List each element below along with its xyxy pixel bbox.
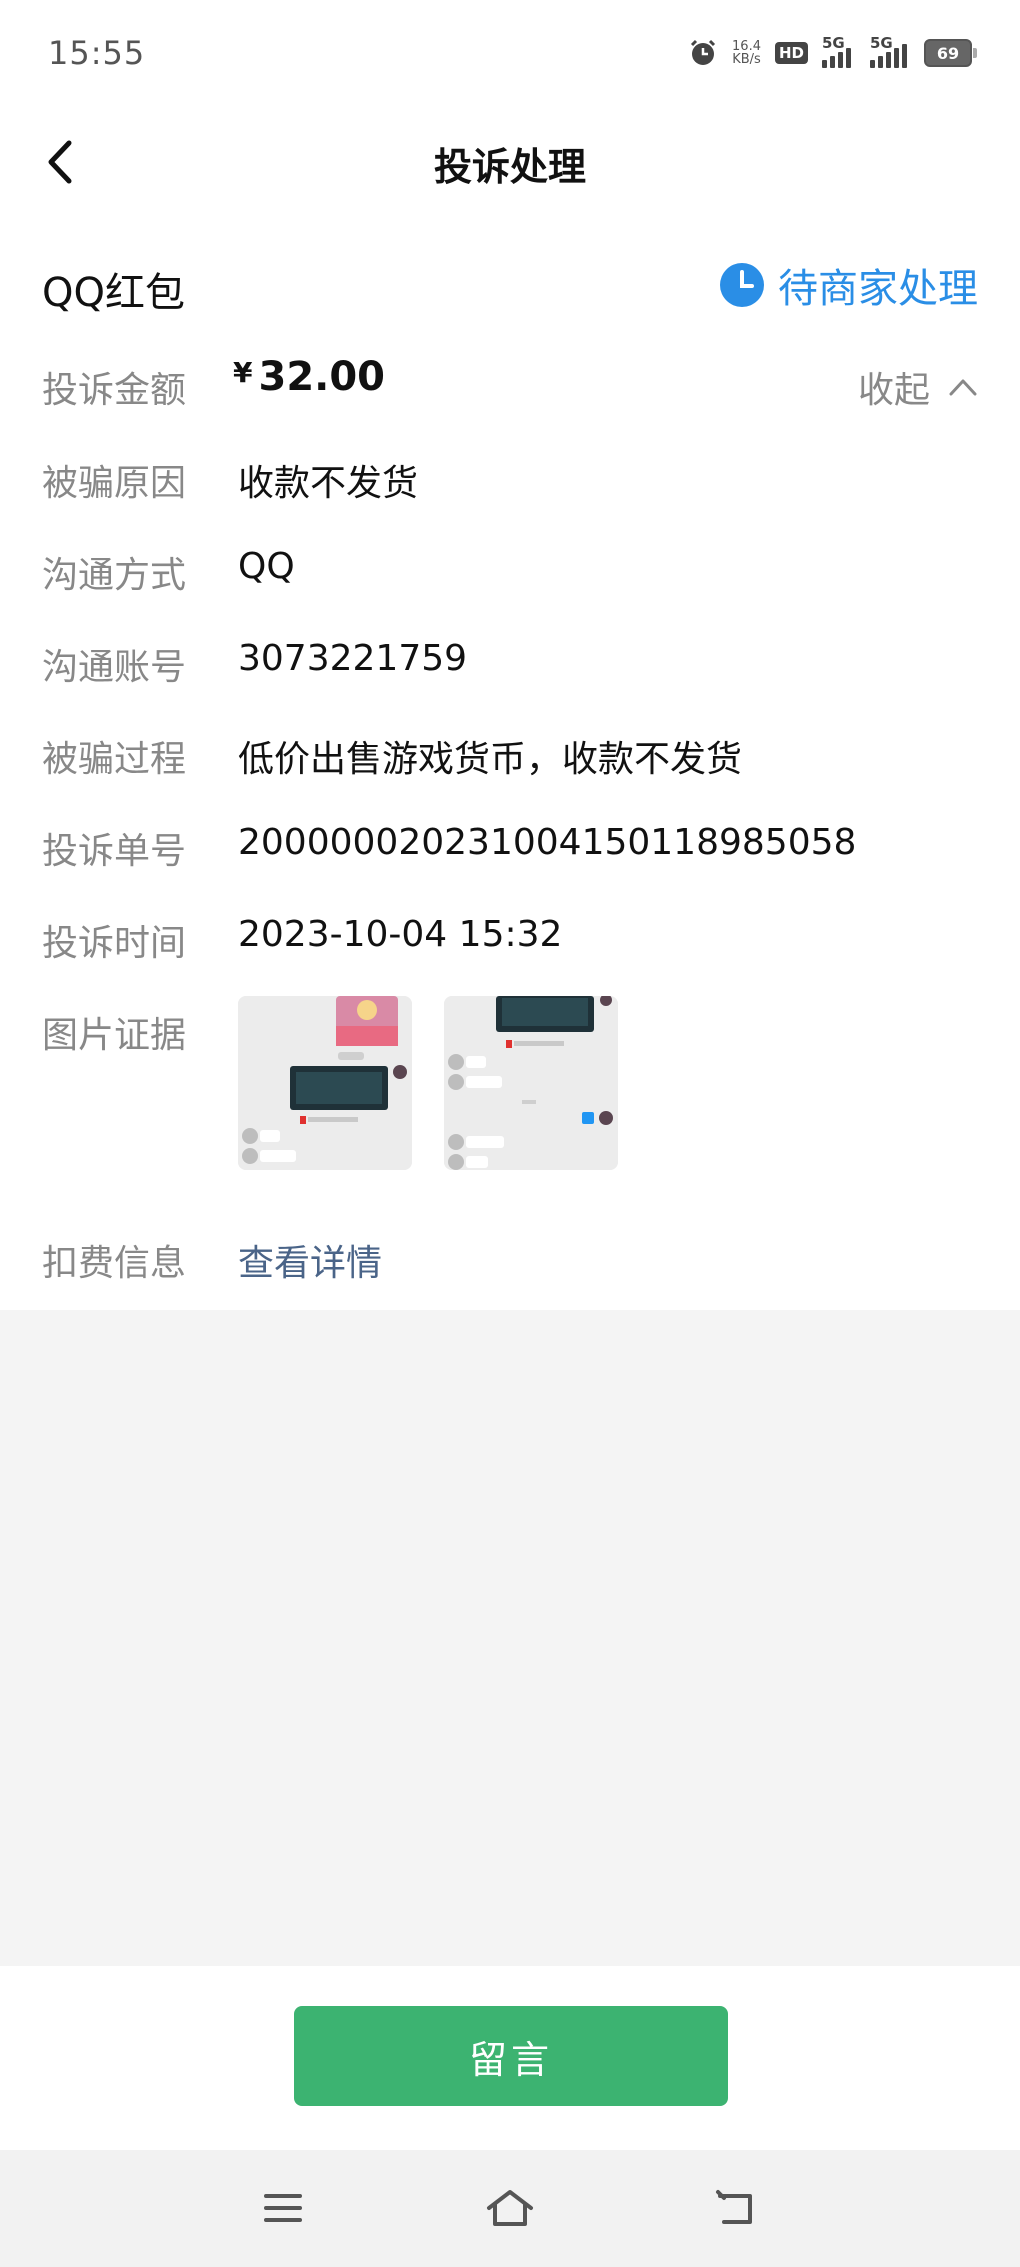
collapse-toggle[interactable]: 收起	[858, 361, 978, 413]
home-icon	[487, 2190, 533, 2226]
process-label: 被骗过程	[42, 739, 187, 780]
evidence-thumbnail[interactable]	[444, 996, 618, 1170]
clock-icon	[720, 263, 764, 307]
menu-icon	[264, 2194, 302, 2222]
status-icons: 16.4 KB/s HD 5G 5G 69	[688, 34, 977, 68]
status-bar: 15:55 16.4 KB/s HD 5G 5G 69	[0, 0, 1020, 110]
amount-label: 投诉金额	[42, 370, 187, 411]
action-bar: 留言	[0, 1966, 1020, 2150]
battery-level: 69	[936, 43, 960, 63]
system-navigation-bar	[0, 2150, 1020, 2267]
empty-area	[0, 1310, 1020, 1966]
status-text: 待商家处理	[778, 266, 978, 312]
reason-value: 收款不发货	[238, 463, 419, 504]
net-speed: 16.4 KB/s	[732, 40, 761, 66]
amount-value: ¥32.00	[233, 354, 385, 400]
fee-label: 扣费信息	[42, 1243, 187, 1284]
contact-method-label: 沟通方式	[42, 555, 187, 596]
back-nav-button[interactable]	[706, 2178, 766, 2238]
order-no-value: 200000020231004150118985058	[238, 822, 857, 863]
chat-screenshot-image	[444, 996, 618, 1170]
evidence-thumbnail[interactable]	[238, 996, 412, 1170]
signal-label: 5G	[822, 34, 845, 52]
evidence-label: 图片证据	[42, 1015, 187, 1056]
signal-icon: 5G	[822, 34, 856, 68]
complaint-status: 待商家处理	[718, 256, 978, 314]
back-icon	[716, 2190, 752, 2224]
menu-button[interactable]	[253, 2178, 313, 2238]
home-button[interactable]	[480, 2178, 540, 2238]
contact-account-value: 3073221759	[238, 638, 468, 679]
status-time: 15:55	[48, 34, 146, 72]
chevron-up-icon	[949, 379, 977, 396]
merchant-row: QQ红包 待商家处理	[42, 256, 978, 316]
signal-label: 5G	[870, 34, 893, 52]
process-value: 低价出售游戏货币，收款不发货	[238, 739, 743, 780]
page-title: 投诉处理	[433, 145, 586, 189]
chat-screenshot-image	[238, 996, 412, 1170]
time-label: 投诉时间	[42, 923, 187, 964]
hd-badge: HD	[774, 42, 808, 64]
contact-account-label: 沟通账号	[42, 647, 187, 688]
battery-icon: 69	[924, 39, 977, 67]
order-no-label: 投诉单号	[42, 831, 187, 872]
net-speed-unit: KB/s	[732, 52, 761, 67]
time-value: 2023-10-04 15:32	[238, 914, 563, 955]
complaint-detail: QQ红包 待商家处理 投诉金额 ¥32.00 收起 被骗原因 收款不发货 沟通方…	[0, 216, 1020, 1310]
fee-details-link[interactable]: 查看详情	[238, 1234, 382, 1286]
header: 投诉处理	[0, 110, 1020, 216]
collapse-label: 收起	[857, 370, 930, 411]
evidence-images	[238, 996, 618, 1170]
alarm-icon	[688, 38, 718, 68]
merchant-name: QQ红包	[42, 270, 185, 316]
signal-icon: 5G	[870, 34, 910, 68]
amount: 32.00	[258, 354, 386, 400]
currency-symbol: ¥	[233, 356, 253, 389]
reason-label: 被骗原因	[42, 463, 187, 504]
message-button[interactable]: 留言	[294, 2006, 728, 2106]
contact-method-value: QQ	[238, 546, 295, 587]
